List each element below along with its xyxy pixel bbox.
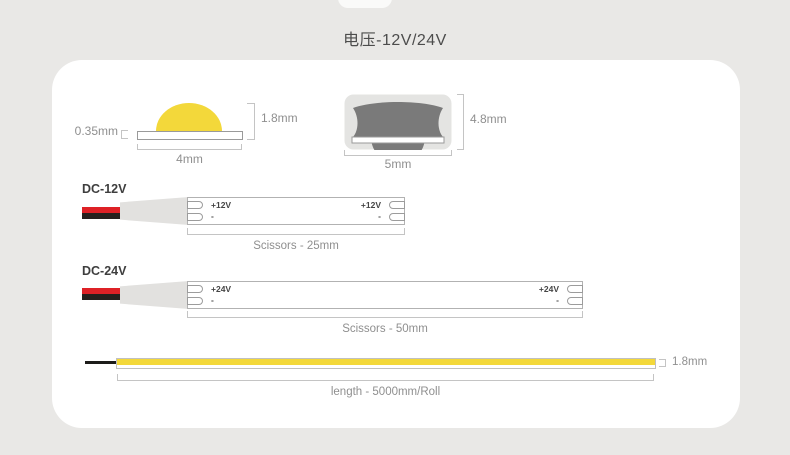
pad-positive-label: +24V [211, 284, 231, 294]
pad-positive-label: +12V [361, 200, 381, 210]
roll-thickness-label: 1.8mm [672, 356, 707, 368]
dimension-bracket-cut-24v [187, 311, 583, 318]
page-background: 电压-12V/24V 0.35mm 1.8mm 4mm 4.8mm 5mm DC… [0, 0, 790, 455]
covered-width-label: 5mm [344, 157, 452, 171]
dimension-bracket-height [247, 103, 255, 140]
pad-negative-label: - [211, 211, 214, 221]
solder-pad [187, 213, 203, 221]
dimension-bracket-covered-width [344, 150, 452, 156]
roll-length-label: length - 5000mm/Roll [117, 386, 654, 398]
covered-height-label: 4.8mm [470, 112, 507, 126]
cut-length-label-24v: Scissors - 50mm [187, 323, 583, 335]
pcb-board [352, 137, 444, 143]
spec-card: 0.35mm 1.8mm 4mm 4.8mm 5mm DC-12V +12V - [52, 60, 740, 428]
dc24v-label: DC-24V [82, 264, 126, 278]
solder-pad [389, 213, 405, 221]
dimension-bracket-roll-thickness [659, 359, 666, 367]
dimension-bracket-cut-12v [187, 228, 405, 235]
solder-pad [567, 297, 583, 305]
previous-section-edge [338, 0, 392, 8]
dimension-bracket-covered-height [457, 94, 464, 150]
strip-height-label: 1.8mm [261, 111, 298, 125]
heat-shrink-connector [120, 197, 189, 225]
dimension-bracket-width [137, 144, 242, 150]
solder-pad [187, 285, 203, 293]
pcb-thickness-label: 0.35mm [60, 124, 118, 138]
solder-pad [389, 201, 405, 209]
led-strip-12v: +12V - +12V - [187, 197, 405, 225]
pcb-board [137, 131, 243, 140]
solder-pad [187, 297, 203, 305]
page-title: 电压-12V/24V [0, 26, 790, 50]
covered-strip-cross-section [344, 94, 452, 150]
solder-pad [187, 201, 203, 209]
led-phosphor-dome [156, 103, 222, 131]
pad-negative-label: - [378, 211, 381, 221]
pad-positive-label: +24V [539, 284, 559, 294]
solder-pad [567, 285, 583, 293]
pad-positive-label: +12V [211, 200, 231, 210]
heat-shrink-connector [120, 281, 189, 309]
dimension-bracket-roll-length [117, 374, 654, 381]
dc12v-label: DC-12V [82, 182, 126, 196]
cut-length-label-12v: Scissors - 25mm [187, 240, 405, 252]
roll-wire [85, 361, 116, 364]
strip-width-label: 4mm [137, 152, 242, 166]
led-strip-24v: +24V - +24V - [187, 281, 583, 309]
roll-strip-side-view [116, 358, 656, 369]
pad-negative-label: - [556, 295, 559, 305]
pad-negative-label: - [211, 295, 214, 305]
dimension-bracket-pcb-thickness [121, 130, 128, 139]
